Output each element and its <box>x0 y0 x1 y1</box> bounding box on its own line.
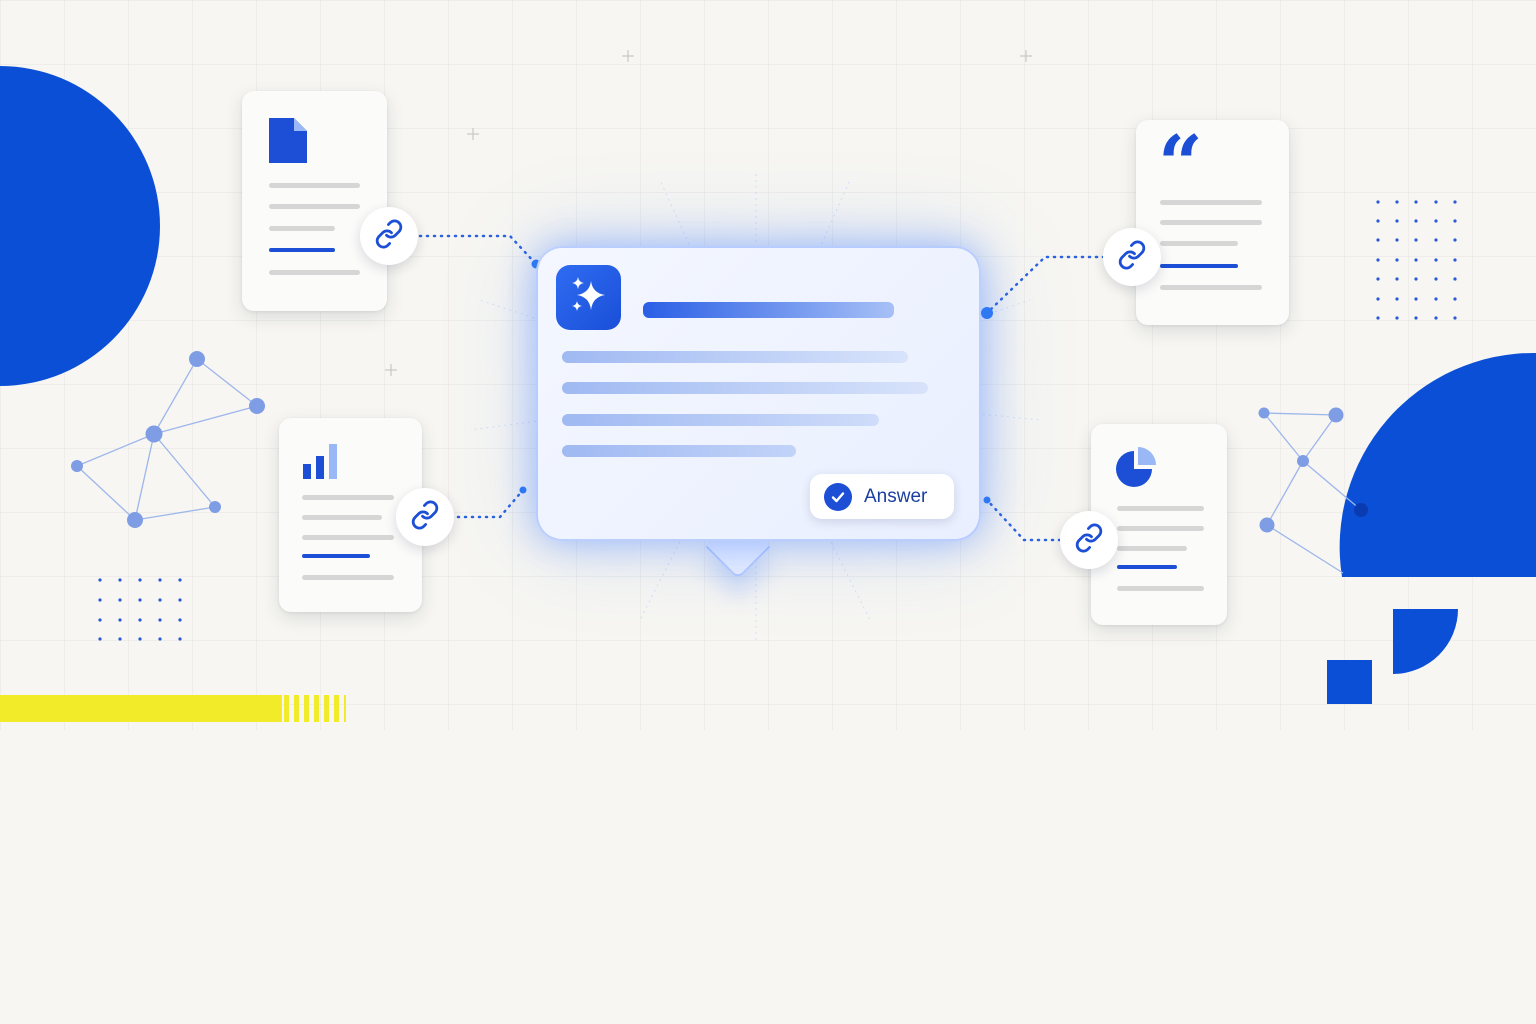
yellow-bar <box>0 695 282 722</box>
text-line <box>269 226 335 231</box>
answer-button[interactable]: Answer <box>810 474 954 519</box>
answer-text-line <box>562 382 928 394</box>
right-quarter-circle <box>1339 352 1536 577</box>
text-line <box>302 575 394 580</box>
dot-grid-left <box>98 578 182 641</box>
text-line <box>1117 506 1204 511</box>
link-icon <box>1117 240 1147 275</box>
dot-grid-right <box>1376 200 1457 320</box>
document-icon <box>269 118 307 168</box>
text-line <box>1117 546 1187 551</box>
link-badge-document[interactable] <box>360 207 418 265</box>
answer-text-line <box>562 351 908 363</box>
text-line <box>269 270 360 275</box>
text-line <box>1117 586 1204 591</box>
quote-icon: “ <box>1158 119 1203 210</box>
link-badge-chart[interactable] <box>396 488 454 546</box>
text-line <box>1117 526 1204 531</box>
text-line <box>1160 241 1238 246</box>
text-line <box>302 535 394 540</box>
yellow-stripes <box>284 695 346 722</box>
left-half-circle <box>0 66 160 386</box>
check-icon <box>824 482 852 511</box>
link-icon <box>374 219 404 254</box>
highlight-line <box>1160 264 1238 268</box>
text-line <box>1160 220 1262 225</box>
quote-card[interactable]: “ <box>1136 120 1289 325</box>
text-line <box>1160 285 1262 290</box>
text-line <box>1160 200 1262 205</box>
link-badge-pie[interactable] <box>1060 511 1118 569</box>
document-card[interactable] <box>242 91 387 311</box>
small-square <box>1327 660 1372 704</box>
bar-chart-icon <box>303 444 339 485</box>
text-line <box>302 515 382 520</box>
small-quarter-circle <box>1393 609 1458 674</box>
link-icon <box>410 500 440 535</box>
highlight-line <box>269 248 335 252</box>
highlight-line <box>1117 565 1177 569</box>
highlight-line <box>302 554 370 558</box>
answer-text-line <box>562 414 879 426</box>
answer-button-label: Answer <box>864 485 928 507</box>
ai-avatar <box>556 265 621 330</box>
text-line <box>269 204 360 209</box>
text-line <box>269 183 360 188</box>
link-badge-quote[interactable] <box>1103 228 1161 286</box>
network-left <box>71 351 265 528</box>
text-line <box>302 495 394 500</box>
sparkle-icon <box>567 273 611 322</box>
answer-text-line <box>562 445 796 457</box>
answer-title-bar <box>643 302 894 318</box>
pie-chart-icon <box>1115 447 1157 492</box>
link-icon <box>1074 523 1104 558</box>
